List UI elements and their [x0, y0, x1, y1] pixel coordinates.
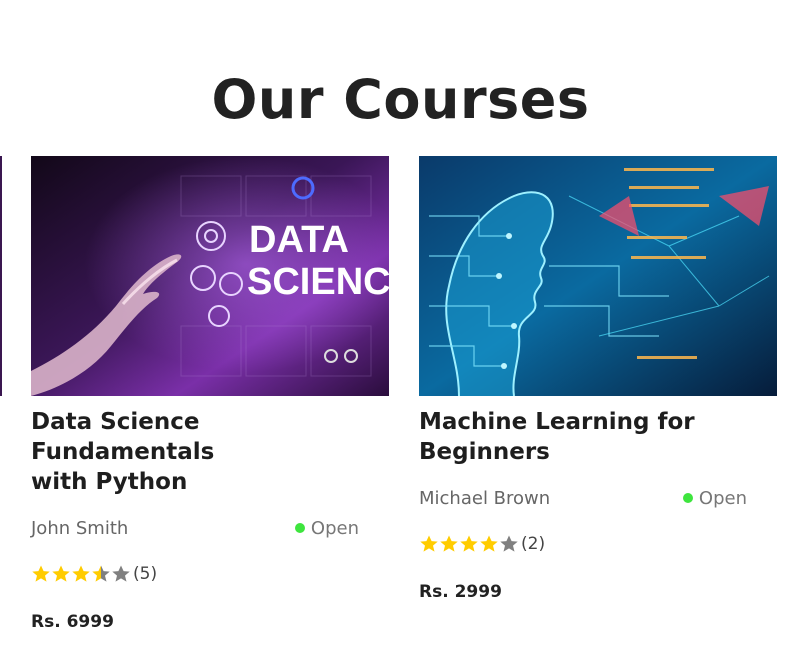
course-title-line: Data Science Fundamentals — [31, 409, 215, 465]
star-icon — [460, 535, 478, 552]
star-icon — [500, 535, 518, 552]
star-icon — [92, 565, 110, 582]
course-title[interactable]: Machine Learning for Beginners — [419, 407, 777, 467]
star-rating — [31, 564, 131, 584]
star-icon — [32, 565, 50, 582]
course-title-line: Machine Learning for — [419, 409, 695, 435]
open-status-dot-icon — [294, 523, 305, 533]
status-badge: Open — [294, 517, 359, 541]
star-icon — [112, 565, 130, 582]
course-title-line: with Python — [31, 469, 188, 495]
star-icon — [420, 535, 438, 552]
course-price: Rs. 6999 — [31, 612, 114, 632]
open-status-dot-icon — [682, 493, 693, 503]
status-label: Open — [698, 488, 747, 509]
course-image-data-science[interactable]: DATA SCIENCE — [31, 156, 389, 396]
rating-count: (5) — [133, 564, 158, 584]
page-title: Our Courses — [211, 68, 590, 132]
course-title-line: Beginners — [419, 439, 550, 465]
course-title[interactable]: Data Science Fundamentals with Python — [31, 407, 389, 497]
star-icon — [52, 565, 70, 582]
course-card-data-science[interactable]: DATA SCIENCE Data Science Fundamentals w… — [31, 156, 389, 634]
previous-card-edge[interactable] — [0, 156, 2, 396]
course-meta-row: Michael Brown Open — [419, 487, 777, 511]
star-rating — [419, 534, 519, 554]
rating-row: (2) — [419, 532, 777, 556]
course-meta-row: John Smith Open — [31, 517, 389, 541]
svg-text:SCIENCE: SCIENCE — [247, 261, 389, 303]
svg-text:DATA: DATA — [249, 219, 349, 261]
course-card-machine-learning[interactable]: Machine Learning for Beginners Michael B… — [419, 156, 777, 604]
course-price: Rs. 2999 — [419, 582, 502, 602]
star-icon — [440, 535, 458, 552]
rating-count: (2) — [521, 534, 546, 554]
status-badge: Open — [682, 487, 747, 511]
instructor-name: Michael Brown — [419, 488, 551, 509]
star-icon — [72, 565, 90, 582]
instructor-name: John Smith — [31, 518, 129, 539]
course-image-machine-learning[interactable] — [419, 156, 777, 396]
status-label: Open — [310, 518, 359, 539]
courses-page: Our Courses DATA SCIENC Data Science Fun… — [0, 0, 801, 650]
star-icon — [480, 535, 498, 552]
rating-row: (5) — [31, 562, 389, 586]
